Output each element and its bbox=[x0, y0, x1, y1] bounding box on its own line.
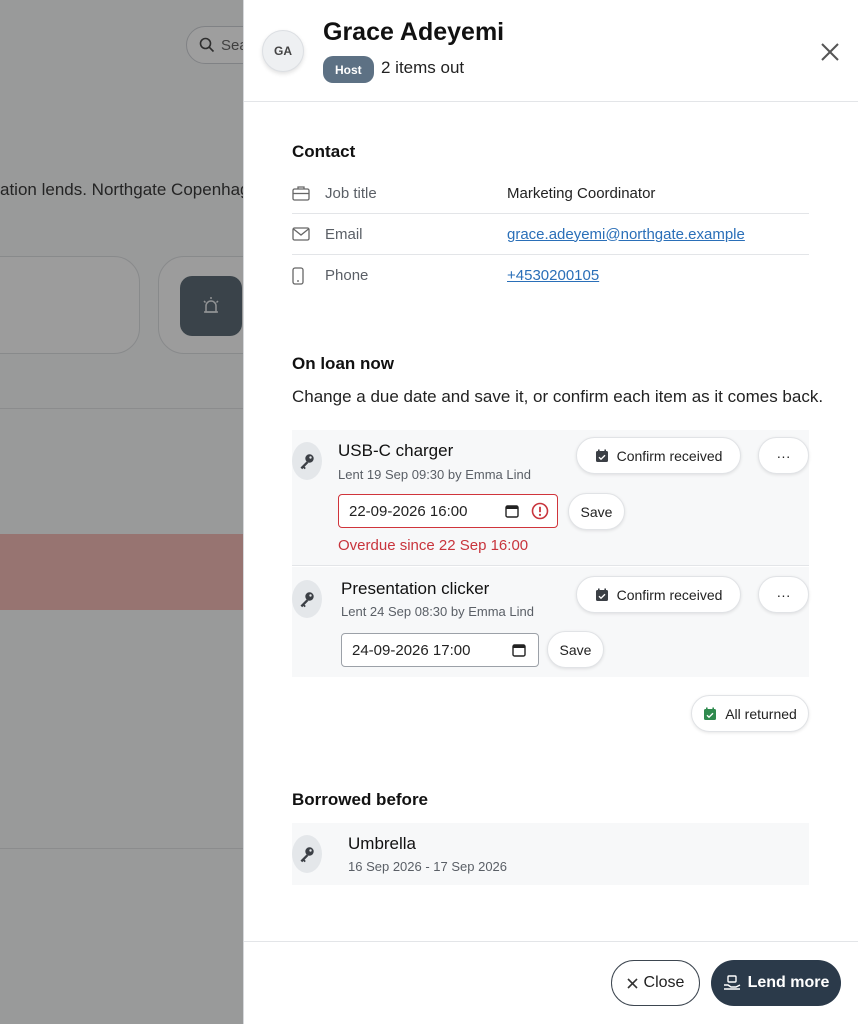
job-title-value: Marketing Coordinator bbox=[507, 184, 656, 202]
all-returned-label: All returned bbox=[725, 705, 797, 722]
loan-item: USB-C charger Lent 19 Sep 09:30 by Emma … bbox=[292, 430, 809, 566]
history-item: Umbrella 16 Sep 2026 - 17 Sep 2026 bbox=[292, 823, 809, 885]
save-label: Save bbox=[559, 641, 592, 658]
items-out-count: 2 items out bbox=[381, 58, 465, 77]
loan-item-name: USB-C charger bbox=[338, 441, 454, 460]
calendar-icon bbox=[505, 505, 519, 518]
on-loan-description: Change a due date and save it, or confir… bbox=[292, 387, 824, 406]
phone-icon bbox=[292, 266, 325, 285]
calendar-check-icon bbox=[704, 707, 717, 720]
loan-item-meta: Lent 19 Sep 09:30 by Emma Lind bbox=[338, 467, 531, 482]
contact-label: Phone bbox=[325, 267, 369, 284]
close-label: Close bbox=[643, 974, 685, 991]
close-drawer-button[interactable] bbox=[816, 38, 844, 66]
confirm-received-button[interactable]: Confirm received bbox=[576, 576, 741, 613]
history-item-name: Umbrella bbox=[348, 834, 417, 853]
more-options-button[interactable]: ··· bbox=[758, 576, 809, 613]
contact-section-title: Contact bbox=[292, 142, 356, 161]
due-date-value: 22-09-2026 16:00 bbox=[349, 502, 468, 520]
close-icon bbox=[821, 43, 839, 61]
mail-icon bbox=[292, 227, 325, 241]
loan-item: Presentation clicker Lent 24 Sep 08:30 b… bbox=[292, 567, 809, 677]
save-due-date-button[interactable]: Save bbox=[568, 493, 625, 530]
briefcase-icon bbox=[292, 185, 325, 201]
key-icon bbox=[292, 835, 322, 873]
contact-row-job-title: Job title Marketing Coordinator bbox=[292, 173, 809, 214]
calendar-check-icon bbox=[595, 449, 608, 462]
loan-item-meta: Lent 24 Sep 08:30 by Emma Lind bbox=[341, 604, 534, 619]
more-icon: ··· bbox=[776, 586, 791, 603]
more-icon: ··· bbox=[776, 447, 791, 464]
error-icon bbox=[531, 502, 549, 520]
calendar-icon bbox=[512, 644, 526, 657]
borrower-name: Grace Adeyemi bbox=[323, 18, 505, 46]
history-section-title: Borrowed before bbox=[292, 790, 429, 809]
avatar: GA bbox=[262, 30, 304, 72]
contact-row-email: Email grace.adeyemi@northgate.example bbox=[292, 214, 809, 255]
key-icon bbox=[292, 442, 322, 480]
loan-item-name: Presentation clicker bbox=[341, 579, 490, 598]
contact-label: Email bbox=[325, 225, 363, 243]
calendar-check-icon bbox=[595, 588, 608, 601]
phone-link[interactable]: +4530200105 bbox=[507, 267, 599, 284]
borrower-drawer: GA Grace Adeyemi Host 2 items out Contac… bbox=[243, 0, 858, 1024]
more-options-button[interactable]: ··· bbox=[758, 437, 809, 474]
hand-box-icon bbox=[723, 975, 740, 990]
confirm-received-label: Confirm received bbox=[616, 586, 723, 603]
due-date-input[interactable]: 22-09-2026 16:00 bbox=[338, 494, 558, 528]
close-icon bbox=[626, 977, 638, 989]
due-date-input[interactable]: 24-09-2026 17:00 bbox=[341, 633, 539, 667]
role-badge: Host bbox=[323, 56, 374, 83]
due-date-value: 24-09-2026 17:00 bbox=[352, 641, 471, 659]
on-loan-section-title: On loan now bbox=[292, 354, 394, 373]
confirm-received-button[interactable]: Confirm received bbox=[576, 437, 741, 474]
save-due-date-button[interactable]: Save bbox=[547, 631, 604, 668]
drawer-footer: Close Lend more bbox=[244, 941, 858, 1024]
history-item-dates: 16 Sep 2026 - 17 Sep 2026 bbox=[348, 859, 508, 874]
all-returned-button[interactable]: All returned bbox=[691, 695, 809, 732]
contact-label: Job title bbox=[325, 184, 377, 202]
email-link[interactable]: grace.adeyemi@northgate.example bbox=[507, 226, 745, 243]
overdue-warning: Overdue since 22 Sep 16:00 bbox=[338, 537, 529, 554]
key-icon bbox=[292, 580, 322, 618]
lend-more-label: Lend more bbox=[747, 974, 830, 991]
save-label: Save bbox=[580, 503, 613, 520]
contact-row-phone: Phone +4530200105 bbox=[292, 255, 809, 296]
close-button[interactable]: Close bbox=[611, 960, 700, 1006]
lend-more-button[interactable]: Lend more bbox=[711, 960, 841, 1006]
drawer-header: GA Grace Adeyemi Host 2 items out bbox=[244, 0, 858, 102]
confirm-received-label: Confirm received bbox=[616, 447, 723, 464]
